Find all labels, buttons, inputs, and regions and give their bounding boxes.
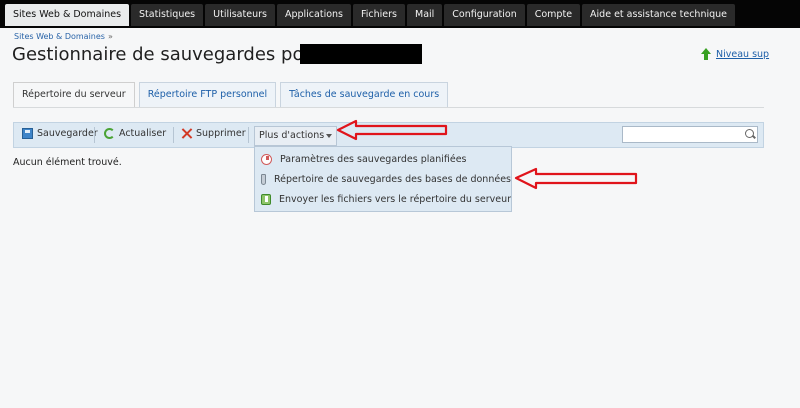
annotation-arrow-database-item — [514, 167, 638, 190]
annotation-arrow-more-actions — [336, 119, 448, 141]
annotation-arrows — [336, 119, 638, 190]
